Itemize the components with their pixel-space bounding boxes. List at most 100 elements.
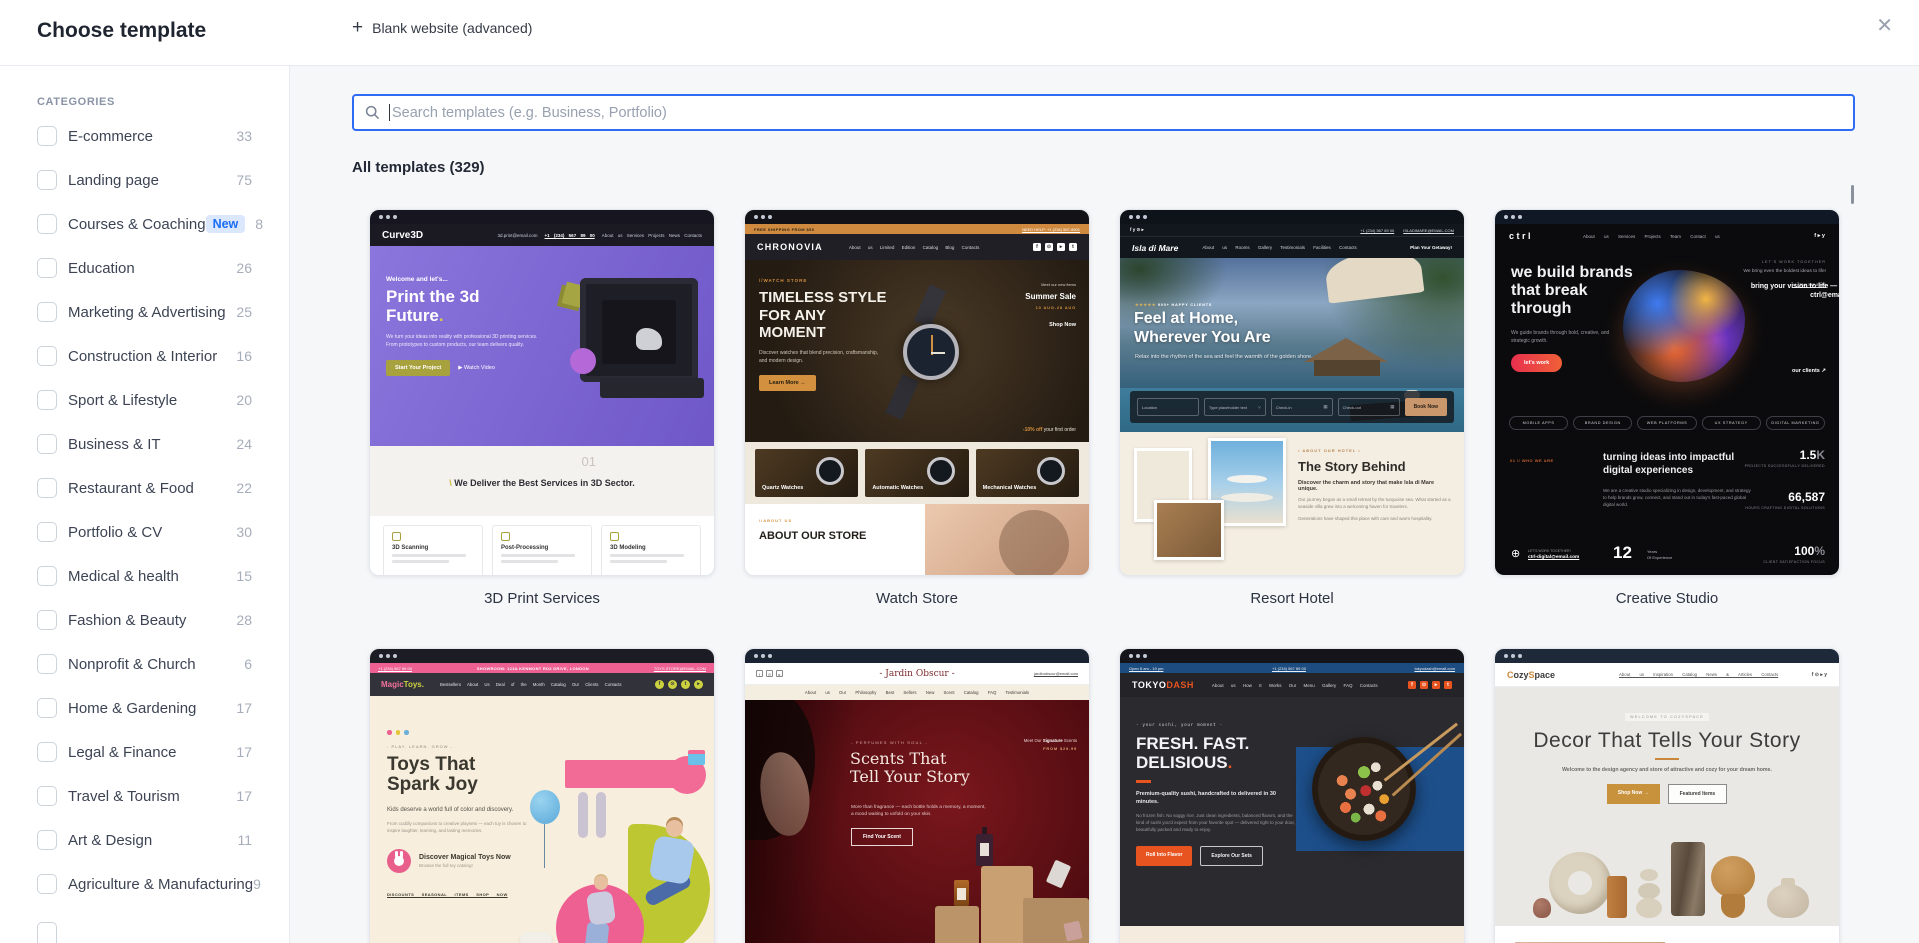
template-card-3d-print-services[interactable]: Curve3D 3d.print@email.com +1 (234) 567 8… xyxy=(369,209,715,648)
category-checkbox[interactable] xyxy=(37,874,57,894)
social-icons: f y ⊙ ▸ xyxy=(1130,227,1144,232)
facebook-icon: f xyxy=(1033,243,1041,251)
sidebar-item-agriculture-manufacturing[interactable]: Agriculture & Manufacturing 9 xyxy=(0,862,289,906)
youtube-icon: ▸ xyxy=(1432,681,1440,689)
instagram-icon: ⊙ xyxy=(1420,681,1428,689)
template-card-jardin-obscur[interactable]: f ⊙ ▸ - Jardin Obscur - jardinobscur@email… xyxy=(744,648,1090,943)
category-count: 16 xyxy=(236,348,252,364)
blank-website-label: Blank website (advanced) xyxy=(372,19,533,36)
sidebar-item-home-gardening[interactable]: Home & Gardening 17 xyxy=(0,686,289,730)
page-title: Choose template xyxy=(37,19,207,42)
search-icon xyxy=(365,105,380,120)
scrollbar-thumb[interactable] xyxy=(1851,185,1854,204)
sidebar-item-business-it[interactable]: Business & IT 24 xyxy=(0,422,289,466)
category-count: 30 xyxy=(236,524,252,540)
bunny-icon xyxy=(387,849,411,874)
template-card-creative-studio[interactable]: ctrl About us Services Projects Team Cont… xyxy=(1494,209,1840,648)
categories-heading: CATEGORIES xyxy=(37,96,115,108)
browser-chrome xyxy=(1495,649,1839,663)
sidebar-item-education[interactable]: Education 26 xyxy=(0,246,289,290)
template-card-resort-hotel[interactable]: f y ⊙ ▸ +1 (234) 567 89 00 ISLADIMARE@EMA… xyxy=(1119,209,1465,648)
sidebar-item-art-design[interactable]: Art & Design 11 xyxy=(0,818,289,862)
search-input[interactable]: Search templates (e.g. Business, Portfol… xyxy=(352,94,1855,131)
calendar-icon: ▦ xyxy=(1390,404,1395,409)
category-count: 26 xyxy=(236,260,252,276)
browser-chrome xyxy=(370,210,714,224)
new-badge: New xyxy=(205,215,246,233)
sidebar-item-fashion-beauty[interactable]: Fashion & Beauty 28 xyxy=(0,598,289,642)
category-checkbox[interactable] xyxy=(37,346,57,366)
category-checkbox[interactable] xyxy=(37,610,57,630)
category-checkbox[interactable] xyxy=(37,170,57,190)
templates-panel: Search templates (e.g. Business, Portfol… xyxy=(290,66,1919,943)
category-count: 8 xyxy=(255,216,264,232)
close-icon[interactable]: ✕ xyxy=(1876,16,1893,36)
template-card-watch-store[interactable]: FREE SHIPPING FROM $50 NEED HELP: +1 (234… xyxy=(744,209,1090,648)
browser-chrome xyxy=(745,649,1089,663)
sidebar-item-portfolio-cv[interactable]: Portfolio & CV 30 xyxy=(0,510,289,554)
chevron-down-icon: ˅ xyxy=(1258,404,1261,410)
twitter-icon: t xyxy=(681,680,690,689)
category-checkbox[interactable] xyxy=(37,922,57,943)
browser-chrome xyxy=(745,210,1089,224)
category-count: 17 xyxy=(236,788,252,804)
category-checkbox[interactable] xyxy=(37,742,57,762)
category-count: 11 xyxy=(237,832,252,848)
sidebar-item-courses-coaching[interactable]: Courses & Coaching New 8 xyxy=(0,202,289,246)
category-count: 25 xyxy=(236,304,252,320)
sidebar-item-ecommerce[interactable]: E-commerce 33 xyxy=(0,114,289,158)
category-checkbox[interactable] xyxy=(37,214,57,234)
twitter-icon: t xyxy=(1069,243,1077,251)
category-checkbox[interactable] xyxy=(37,698,57,718)
sidebar-item-marketing-advertising[interactable]: Marketing & Advertising 25 xyxy=(0,290,289,334)
instagram-icon: ⊙ xyxy=(1045,243,1053,251)
category-checkbox[interactable] xyxy=(37,786,57,806)
social-icons: f ⊙ ▸ y xyxy=(1811,671,1827,678)
sidebar-item-nonprofit-church[interactable]: Nonprofit & Church 6 xyxy=(0,642,289,686)
category-checkbox[interactable] xyxy=(37,434,57,454)
template-card-cozyspace[interactable]: CozySpace About us Inspiration Catalog N… xyxy=(1494,648,1840,943)
plus-icon: + xyxy=(352,17,364,38)
categories-list: E-commerce 33 Landing page 75 Courses & Co… xyxy=(0,114,289,943)
sidebar-item-legal-finance[interactable]: Legal & Finance 17 xyxy=(0,730,289,774)
facebook-icon: f xyxy=(655,680,664,689)
calendar-icon: ▦ xyxy=(1323,404,1328,409)
template-title: Resort Hotel xyxy=(1250,590,1334,607)
category-checkbox[interactable] xyxy=(37,522,57,542)
dialog-header: Choose template + Blank website (advance… xyxy=(0,0,1919,66)
category-count: 24 xyxy=(236,436,252,452)
youtube-icon: ▸ xyxy=(694,680,703,689)
browser-chrome xyxy=(1120,210,1464,224)
twitter-icon: t xyxy=(1444,681,1452,689)
sidebar-item-travel-tourism[interactable]: Travel & Tourism 17 xyxy=(0,774,289,818)
template-card-magictoys[interactable]: +1 (234) 567 89 00 SHOWROOM: 123A KENMONT… xyxy=(369,648,715,943)
globe-icon: ⊕ xyxy=(1511,548,1521,560)
category-checkbox[interactable] xyxy=(37,566,57,586)
category-checkbox[interactable] xyxy=(37,478,57,498)
template-title: Creative Studio xyxy=(1615,590,1719,607)
category-checkbox[interactable] xyxy=(37,302,57,322)
category-checkbox[interactable] xyxy=(37,654,57,674)
template-card-tokyodash[interactable]: Open 8 am - 10 pm +1 (234) 567 89 00 tokyo… xyxy=(1119,648,1465,943)
category-count: 6 xyxy=(244,656,252,672)
category-count: 28 xyxy=(236,612,252,628)
category-count: 20 xyxy=(236,392,252,408)
category-count: 15 xyxy=(236,568,252,584)
sidebar-item-construction-interior[interactable]: Construction & Interior 16 xyxy=(0,334,289,378)
category-checkbox[interactable] xyxy=(37,126,57,146)
sidebar-item-sport-lifestyle[interactable]: Sport & Lifestyle 20 xyxy=(0,378,289,422)
browser-chrome xyxy=(370,649,714,663)
browser-chrome xyxy=(1120,649,1464,663)
blank-website-button[interactable]: + Blank website (advanced) xyxy=(352,18,532,37)
categories-sidebar: CATEGORIES E-commerce 33 Landing page 75 C… xyxy=(0,66,290,943)
category-checkbox[interactable] xyxy=(37,390,57,410)
sidebar-item-medical-health[interactable]: Medical & health 15 xyxy=(0,554,289,598)
social-icons: f ▸ y xyxy=(1814,233,1825,239)
category-count: 9 xyxy=(253,876,261,892)
youtube-icon: ▸ xyxy=(1057,243,1065,251)
sidebar-item-restaurant-food[interactable]: Restaurant & Food 22 xyxy=(0,466,289,510)
sidebar-item-partial[interactable] xyxy=(0,906,289,943)
category-checkbox[interactable] xyxy=(37,830,57,850)
sidebar-item-landing-page[interactable]: Landing page 75 xyxy=(0,158,289,202)
category-checkbox[interactable] xyxy=(37,258,57,278)
